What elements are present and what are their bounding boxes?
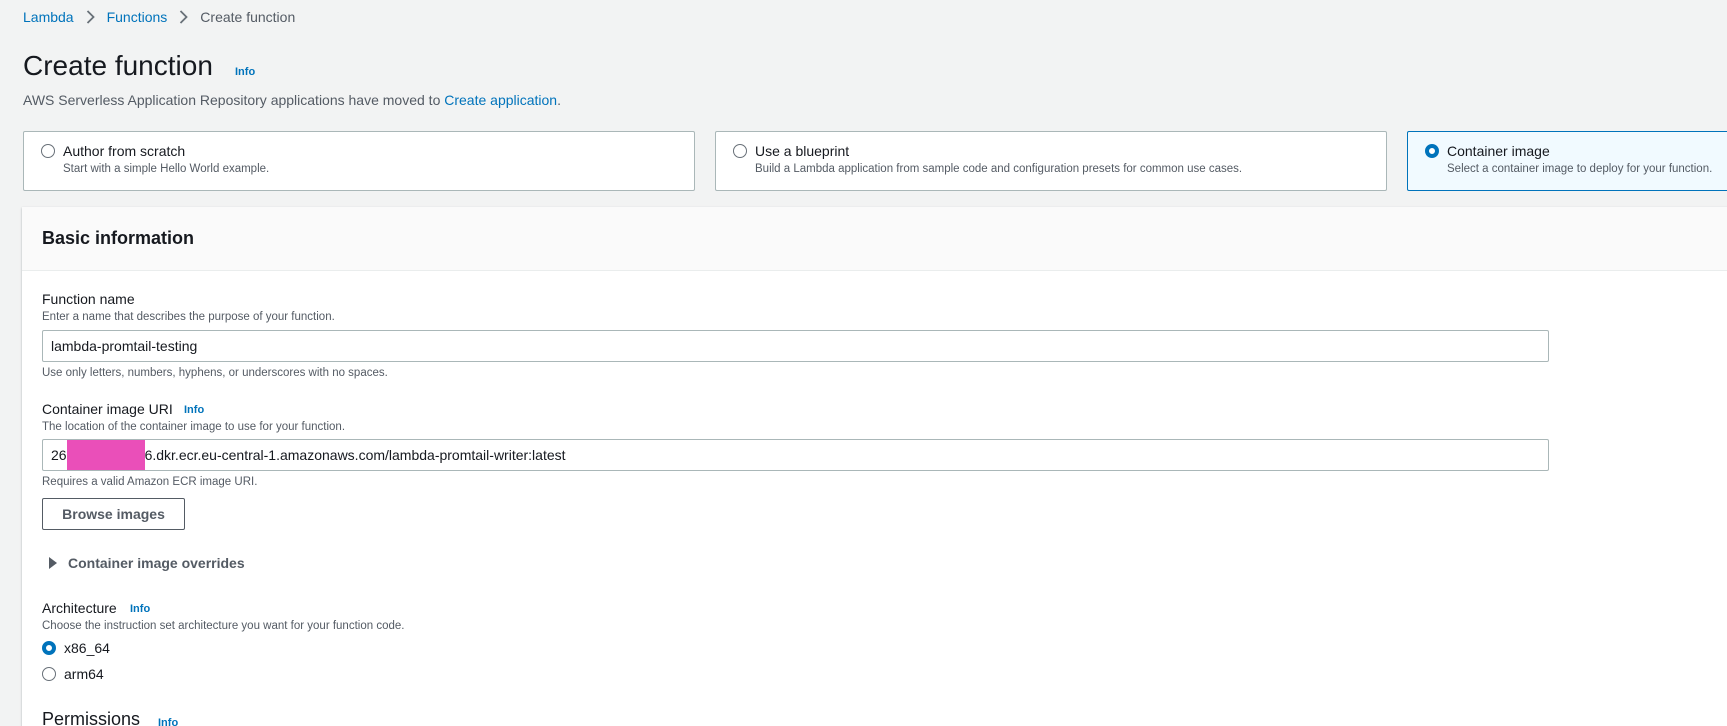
image-uri-input[interactable]: 26 6.dkr.ecr.eu-central-1.amazonaws.com/l… (42, 439, 1549, 471)
architecture-desc: Choose the instruction set architecture … (42, 620, 405, 632)
option-desc: Select a container image to deploy for y… (1447, 163, 1713, 175)
function-name-label: Function name (42, 291, 135, 307)
permissions-title: Permissions (42, 709, 141, 726)
radio-use-a-blueprint[interactable] (733, 144, 747, 158)
radio-arm64[interactable] (42, 667, 56, 681)
architecture-option-arm64[interactable]: arm64 (42, 666, 104, 682)
option-title: Container image (1447, 143, 1550, 159)
image-uri-prefix: 26 (51, 447, 67, 463)
image-uri-info-link[interactable]: Info (184, 404, 204, 416)
architecture-option-x86_64[interactable]: x86_64 (42, 640, 110, 656)
option-author-from-scratch[interactable]: Author from scratch Start with a simple … (23, 131, 695, 191)
create-function-page: Lambda Functions Create function Create … (0, 0, 1727, 726)
panel-header: Basic information (22, 207, 1727, 271)
image-uri-suffix: 6.dkr.ecr.eu-central-1.amazonaws.com/lam… (144, 447, 566, 463)
function-name-input[interactable]: lambda-promtail-testing (42, 330, 1549, 362)
architecture-option-label: arm64 (64, 666, 104, 682)
breadcrumb: Lambda Functions Create function (23, 9, 295, 25)
option-container-image[interactable]: Container image Select a container image… (1407, 131, 1727, 191)
breadcrumb-current: Create function (200, 9, 296, 25)
chevron-right-icon (86, 10, 95, 24)
option-desc: Build a Lambda application from sample c… (755, 163, 1243, 175)
breadcrumb-lambda[interactable]: Lambda (23, 9, 74, 25)
image-uri-desc: The location of the container image to u… (42, 421, 346, 433)
overrides-label: Container image overrides (68, 555, 245, 571)
caret-right-icon (49, 557, 57, 569)
radio-author-from-scratch[interactable] (41, 144, 55, 158)
permissions-info-link[interactable]: Info (158, 717, 178, 726)
option-title: Use a blueprint (755, 143, 850, 159)
create-application-link[interactable]: Create application (444, 92, 557, 108)
redaction-block (66, 440, 145, 470)
browse-images-button[interactable]: Browse images (42, 498, 185, 530)
radio-x86_64[interactable] (42, 641, 56, 655)
subtitle-text: AWS Serverless Application Repository ap… (23, 92, 445, 108)
architecture-info-link[interactable]: Info (130, 603, 150, 615)
function-name-desc: Enter a name that describes the purpose … (42, 311, 335, 323)
option-desc: Start with a simple Hello World example. (63, 163, 270, 175)
architecture-option-label: x86_64 (64, 640, 110, 656)
option-title: Author from scratch (63, 143, 186, 159)
image-uri-label: Container image URI (42, 401, 173, 417)
container-image-overrides-toggle[interactable]: Container image overrides (48, 555, 245, 571)
title-info-link[interactable]: Info (235, 66, 255, 78)
option-use-a-blueprint[interactable]: Use a blueprint Build a Lambda applicati… (715, 131, 1387, 191)
function-name-value: lambda-promtail-testing (51, 338, 198, 354)
page-subtitle: AWS Serverless Application Repository ap… (23, 92, 561, 108)
basic-information-panel: Basic information Function name Enter a … (22, 207, 1727, 726)
architecture-label: Architecture (42, 600, 117, 616)
image-uri-hint: Requires a valid Amazon ECR image URI. (42, 476, 258, 488)
radio-container-image[interactable] (1425, 144, 1439, 158)
function-name-hint: Use only letters, numbers, hyphens, or u… (42, 367, 388, 379)
chevron-right-icon (179, 10, 189, 24)
breadcrumb-functions[interactable]: Functions (107, 9, 168, 25)
page-title: Create function (23, 50, 213, 81)
subtitle-suffix: . (557, 92, 561, 108)
panel-title: Basic information (42, 228, 195, 248)
